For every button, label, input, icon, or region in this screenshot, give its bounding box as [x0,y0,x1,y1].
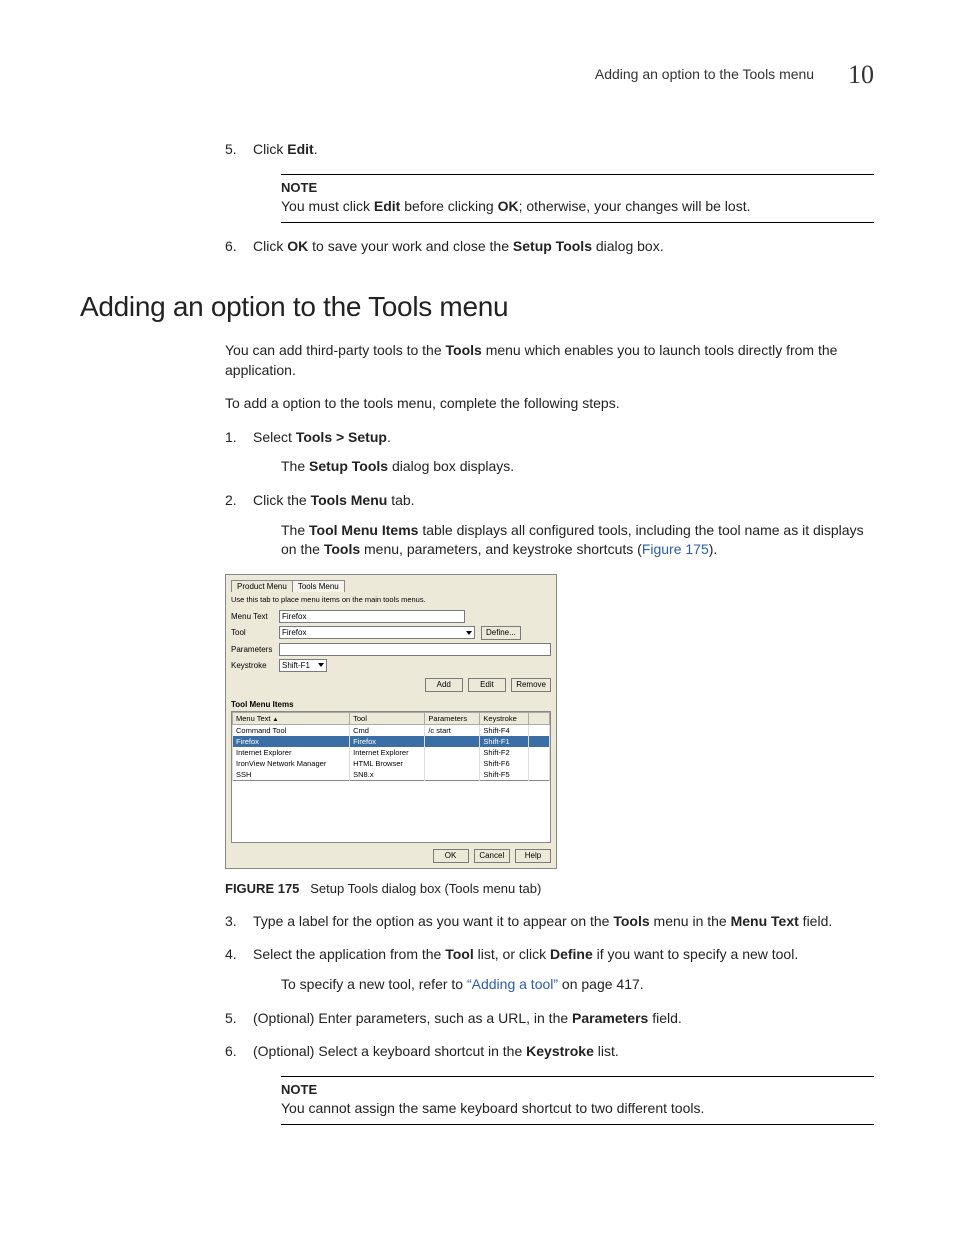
keystroke-dropdown[interactable]: Shift-F1 [279,659,327,672]
table-row[interactable]: Internet ExplorerInternet ExplorerShift-… [233,747,550,758]
add-button[interactable]: Add [425,678,463,692]
table-title: Tool Menu Items [231,700,551,709]
step-2: 2. Click the Tools Menu tab. The Tool Me… [225,491,874,560]
chevron-down-icon [466,631,472,635]
step-1: 1. Select Tools > Setup. The Setup Tools… [225,428,874,477]
step-3: 3. Type a label for the option as you wa… [225,912,874,932]
col-parameters[interactable]: Parameters [425,712,480,724]
parameters-label: Parameters [231,645,279,654]
step-5b: 5. (Optional) Enter parameters, such as … [225,1009,874,1029]
tool-menu-items-table: Menu Text▲ Tool Parameters Keystroke Com… [231,711,551,843]
section-heading: Adding an option to the Tools menu [80,291,874,323]
table-row[interactable]: Command ToolCmd/c startShift-F4 [233,724,550,736]
note-label: NOTE [281,179,874,197]
dialog-hint: Use this tab to place menu items on the … [231,595,551,604]
ok-button[interactable]: OK [433,849,469,863]
step-4: 4. Select the application from the Tool … [225,945,874,994]
tool-label: Tool [231,628,279,637]
help-button[interactable]: Help [515,849,551,863]
table-row[interactable]: FirefoxFirefoxShift-F1 [233,736,550,747]
table-row[interactable]: IronView Network ManagerHTML BrowserShif… [233,758,550,769]
col-tool[interactable]: Tool [350,712,425,724]
running-title: Adding an option to the Tools menu [595,66,814,82]
intro-p2: To add a option to the tools menu, compl… [225,394,874,414]
tool-dropdown[interactable]: Firefox [279,626,475,639]
note-label: NOTE [281,1081,874,1099]
note-box: NOTE You cannot assign the same keyboard… [281,1076,874,1126]
step-1-sub: The Setup Tools dialog box displays. [281,457,874,477]
menu-text-field[interactable]: Firefox [279,610,465,623]
parameters-field[interactable] [279,643,551,656]
step-2-sub: The Tool Menu Items table displays all c… [281,521,874,560]
step-6b: 6. (Optional) Select a keyboard shortcut… [225,1042,874,1125]
tab-product-menu[interactable]: Product Menu [231,580,293,592]
step-4-sub: To specify a new tool, refer to “Adding … [281,975,874,995]
col-keystroke[interactable]: Keystroke [480,712,529,724]
keystroke-label: Keystroke [231,661,279,670]
step-6: 6. Click OK to save your work and close … [225,237,874,257]
edit-button[interactable]: Edit [468,678,506,692]
menu-text-label: Menu Text [231,612,279,621]
adding-a-tool-link[interactable]: “Adding a tool” [467,976,558,992]
step-5: 5. Click Edit. NOTE You must click Edit … [225,140,874,223]
note-box: NOTE You must click Edit before clicking… [281,174,874,224]
intro-p1: You can add third-party tools to the Too… [225,341,874,380]
running-header: Adding an option to the Tools menu 10 [80,60,874,90]
figure-caption: FIGURE 175 Setup Tools dialog box (Tools… [225,881,874,896]
remove-button[interactable]: Remove [511,678,551,692]
step-number: 6. [225,237,237,257]
cancel-button[interactable]: Cancel [474,849,510,863]
setup-tools-dialog: Product MenuTools Menu Use this tab to p… [225,574,557,869]
table-row[interactable]: SSHSN8.xShift-F5 [233,769,550,781]
step-number: 5. [225,140,237,160]
col-menu-text[interactable]: Menu Text▲ [233,712,350,724]
sort-asc-icon: ▲ [272,717,278,723]
figure-link[interactable]: Figure 175 [642,541,709,557]
chevron-down-icon [318,663,324,667]
col-spacer [529,712,550,724]
define-button[interactable]: Define... [481,626,521,640]
tab-tools-menu[interactable]: Tools Menu [292,580,345,592]
chapter-number: 10 [848,60,874,89]
